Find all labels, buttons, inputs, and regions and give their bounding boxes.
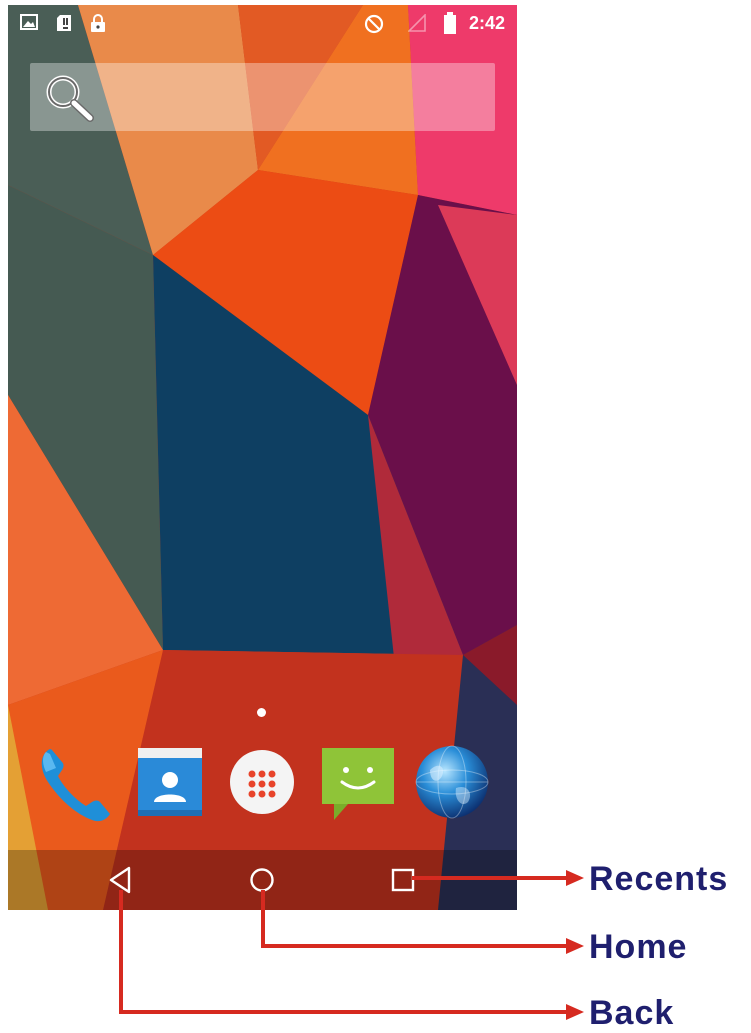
home-arrow-line (261, 890, 568, 948)
back-arrow-line (119, 890, 568, 1014)
recents-label: Recents (589, 860, 729, 898)
back-label: Back (589, 994, 675, 1032)
recents-arrowhead (566, 870, 584, 886)
home-arrowhead (566, 938, 584, 954)
home-label: Home (589, 928, 688, 966)
back-arrowhead (566, 1004, 584, 1020)
